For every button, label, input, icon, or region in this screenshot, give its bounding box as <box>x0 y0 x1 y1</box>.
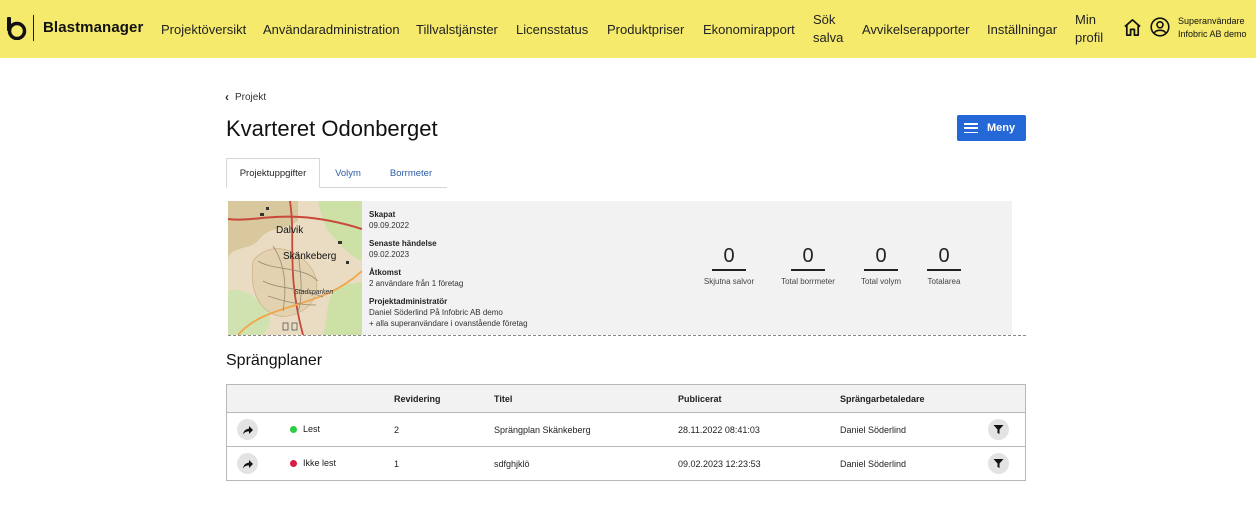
share-arrow-icon <box>242 425 253 434</box>
cell-revision: 2 <box>394 425 400 435</box>
app-name[interactable]: Blastmanager <box>43 19 143 36</box>
page-title: Kvarteret Odonberget <box>226 116 438 141</box>
nav-installningar[interactable]: Inställningar <box>987 21 1057 39</box>
table-row[interactable]: Ikke lest 1 sdfghjklö 09.02.2023 12:23:5… <box>227 447 1025 481</box>
status-badge: Ikke lest <box>290 458 336 468</box>
stat-underline <box>927 269 961 271</box>
cell-title: Sprängplan Skänkeberg <box>494 425 591 435</box>
nav-licensstatus[interactable]: Licensstatus <box>516 21 588 39</box>
nav-sok-salva[interactable]: Sök salva <box>813 11 847 47</box>
nav-projektoversikt[interactable]: Projektöversikt <box>161 21 246 39</box>
admin-note: + alla superanvändare i ovanstående före… <box>369 319 528 328</box>
breadcrumb-projekt: Projekt <box>235 91 267 103</box>
top-navigation-bar: Blastmanager Projektöversikt Användaradm… <box>0 0 1256 58</box>
map-label-skankeberg: Skänkeberg <box>283 251 336 262</box>
menu-button-label: Meny <box>987 122 1016 134</box>
home-icon[interactable] <box>1123 18 1142 37</box>
status-dot-icon <box>290 459 297 467</box>
nav-avvikelserapporter[interactable]: Avvikelserapporter <box>862 21 969 39</box>
header-revidering[interactable]: Revidering <box>394 394 441 404</box>
table-row[interactable]: Lest 2 Sprängplan Skänkeberg 28.11.2022 … <box>227 413 1025 447</box>
stat-value: 0 <box>938 245 950 267</box>
user-company: Infobric AB demo <box>1178 29 1247 39</box>
project-metadata: Skapat 09.09.2022 Senaste händelse 09.02… <box>369 209 528 329</box>
access-value: 2 användare från 1 företag <box>369 279 464 288</box>
tab-bar: Projektuppgifter Volym Borrmeter <box>226 158 447 188</box>
header-publicerat[interactable]: Publicerat <box>678 394 722 404</box>
section-title: Sprängplaner <box>226 352 323 369</box>
stat-skjutna-salvor: 0 Skjutna salvor <box>699 244 759 286</box>
open-arrow-button[interactable] <box>237 419 258 440</box>
blastmanager-logo-icon[interactable] <box>6 16 28 40</box>
status-text: Lest <box>303 424 321 434</box>
stat-label: Total volym <box>860 277 901 286</box>
stat-underline <box>791 269 825 271</box>
stat-label: Skjutna salvor <box>703 277 755 286</box>
table-header: Revidering Titel Publicerat Sprängarbeta… <box>227 385 1025 413</box>
filter-funnel-icon <box>993 425 1004 434</box>
cell-leader: Daniel Söderlind <box>840 459 907 469</box>
stat-label: Totalarea <box>927 277 961 286</box>
nav-min-profil[interactable]: Min profil <box>1075 11 1109 47</box>
created-label: Skapat <box>369 210 396 219</box>
cell-published: 28.11.2022 08:41:03 <box>678 425 760 435</box>
created-value: 09.09.2022 <box>369 221 410 230</box>
tab-volym[interactable]: Volym <box>322 158 374 188</box>
stat-underline <box>712 269 746 271</box>
status-badge: Lest <box>290 424 320 434</box>
logo-divider <box>33 15 34 41</box>
blast-plans-table: Revidering Titel Publicerat Sprängarbeta… <box>226 384 1026 481</box>
panel-divider <box>228 335 1026 336</box>
status-text: Ikke lest <box>303 458 337 468</box>
nav-tillvalstjanster[interactable]: Tillvalstjänster <box>416 21 498 39</box>
share-arrow-icon <box>242 459 253 468</box>
user-avatar-icon[interactable] <box>1150 17 1170 37</box>
admin-value: Daniel Söderlind På Infobric AB demo <box>369 308 503 317</box>
map-label-stadsparken: Stadsparken <box>294 289 333 296</box>
chevron-left-icon: ‹ <box>225 90 229 104</box>
nav-produktpriser[interactable]: Produktpriser <box>607 21 684 39</box>
admin-label: Projektadministratör <box>369 297 448 306</box>
project-map[interactable]: Dalvik Skänkeberg Stadsparken <box>228 201 362 335</box>
filter-funnel-icon <box>993 459 1004 468</box>
breadcrumb[interactable]: ‹ Projekt <box>225 90 266 104</box>
map-label-dalvik: Dalvik <box>276 225 304 236</box>
stat-underline <box>864 269 898 271</box>
stat-value: 0 <box>802 245 814 267</box>
header-sprangarbetaledare[interactable]: Sprängarbetaledare <box>840 394 925 404</box>
user-role: Superanvändare <box>1178 16 1245 26</box>
user-info[interactable]: Superanvändare Infobric AB demo <box>1178 15 1247 41</box>
nav-ekonomirapport[interactable]: Ekonomirapport <box>703 21 795 39</box>
cell-revision: 1 <box>394 459 400 469</box>
filter-button[interactable] <box>988 453 1009 474</box>
stat-total-borrmeter: 0 Total borrmeter <box>776 244 840 286</box>
stat-value: 0 <box>875 245 887 267</box>
cell-title: sdfghjklö <box>494 459 530 469</box>
stat-total-volym: 0 Total volym <box>856 244 906 286</box>
status-dot-icon <box>290 425 297 433</box>
access-label: Åtkomst <box>369 268 402 277</box>
stat-totalarea: 0 Totalarea <box>919 244 969 286</box>
stat-value: 0 <box>723 245 735 267</box>
header-titel[interactable]: Titel <box>494 394 512 404</box>
nav-anvandaradministration[interactable]: Användaradministration <box>263 21 400 39</box>
stat-label: Total borrmeter <box>781 277 835 286</box>
open-arrow-button[interactable] <box>237 453 258 474</box>
tab-borrmeter[interactable]: Borrmeter <box>376 158 446 188</box>
cell-leader: Daniel Söderlind <box>840 425 907 435</box>
filter-button[interactable] <box>988 419 1009 440</box>
hamburger-icon <box>964 123 978 133</box>
last-event-value: 09.02.2023 <box>369 250 410 259</box>
tab-projektuppgifter[interactable]: Projektuppgifter <box>226 158 320 188</box>
menu-button[interactable]: Meny <box>957 115 1026 141</box>
last-event-label: Senaste händelse <box>369 239 437 248</box>
cell-published: 09.02.2023 12:23:53 <box>678 459 761 469</box>
